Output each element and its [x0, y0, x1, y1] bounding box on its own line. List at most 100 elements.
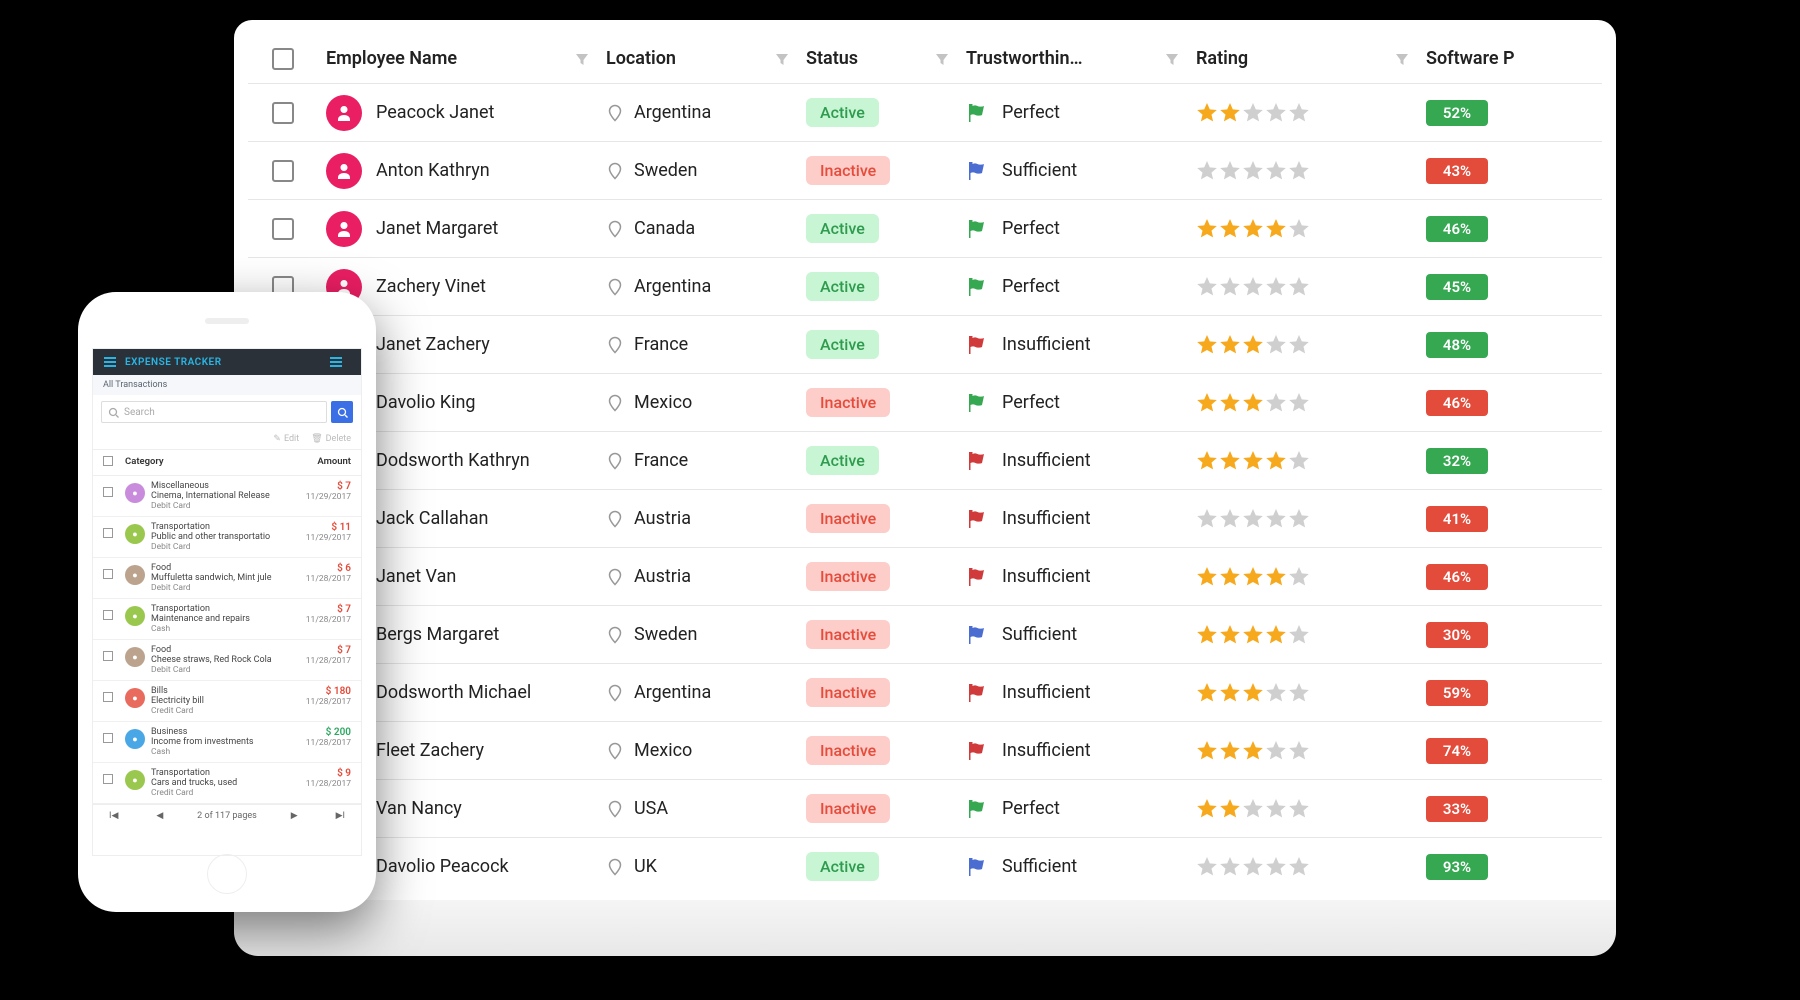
star-icon[interactable]	[1196, 798, 1218, 820]
col-header-location[interactable]: Location	[606, 48, 676, 69]
rating-stars[interactable]	[1196, 450, 1310, 472]
row-checkbox[interactable]	[272, 218, 294, 240]
star-icon[interactable]	[1265, 334, 1287, 356]
star-icon[interactable]	[1219, 102, 1241, 124]
star-icon[interactable]	[1219, 740, 1241, 762]
star-icon[interactable]	[1196, 740, 1218, 762]
grid-row[interactable]: Peacock JanetArgentinaActivePerfect52%	[248, 84, 1602, 142]
search-input[interactable]: Search	[101, 401, 327, 423]
row-checkbox[interactable]	[103, 487, 113, 497]
star-icon[interactable]	[1219, 624, 1241, 646]
star-icon[interactable]	[1196, 218, 1218, 240]
star-icon[interactable]	[1265, 682, 1287, 704]
star-icon[interactable]	[1219, 508, 1241, 530]
transaction-row[interactable]: ● Transportation Public and other transp…	[93, 517, 361, 558]
rating-stars[interactable]	[1196, 160, 1310, 182]
row-checkbox[interactable]	[103, 528, 113, 538]
star-icon[interactable]	[1196, 566, 1218, 588]
star-icon[interactable]	[1196, 856, 1218, 878]
star-icon[interactable]	[1242, 624, 1264, 646]
star-icon[interactable]	[1219, 392, 1241, 414]
grid-row[interactable]: Janet VanAustriaInactiveInsufficient46%	[248, 548, 1602, 606]
grid-row[interactable]: Jack CallahanAustriaInactiveInsufficient…	[248, 490, 1602, 548]
star-icon[interactable]	[1196, 334, 1218, 356]
star-icon[interactable]	[1288, 276, 1310, 298]
filter-icon[interactable]	[934, 51, 950, 67]
star-icon[interactable]	[1242, 450, 1264, 472]
star-icon[interactable]	[1219, 276, 1241, 298]
grid-row[interactable]: Zachery VinetArgentinaActivePerfect45%	[248, 258, 1602, 316]
col-header-rating[interactable]: Rating	[1196, 48, 1248, 69]
transaction-row[interactable]: ● Miscellaneous Cinema, International Re…	[93, 476, 361, 517]
star-icon[interactable]	[1265, 392, 1287, 414]
star-icon[interactable]	[1242, 798, 1264, 820]
star-icon[interactable]	[1265, 508, 1287, 530]
rating-stars[interactable]	[1196, 392, 1310, 414]
star-icon[interactable]	[1242, 102, 1264, 124]
search-button[interactable]	[331, 401, 353, 423]
row-checkbox[interactable]	[272, 160, 294, 182]
star-icon[interactable]	[1265, 276, 1287, 298]
transaction-row[interactable]: ● Transportation Maintenance and repairs…	[93, 599, 361, 640]
col-header-status[interactable]: Status	[806, 48, 858, 69]
transaction-row[interactable]: ● Bills Electricity bill Credit Card $ 1…	[93, 681, 361, 722]
grid-row[interactable]: Janet ZacheryFranceActiveInsufficient48%	[248, 316, 1602, 374]
star-icon[interactable]	[1265, 102, 1287, 124]
star-icon[interactable]	[1288, 218, 1310, 240]
star-icon[interactable]	[1219, 856, 1241, 878]
star-icon[interactable]	[1196, 508, 1218, 530]
grid-row[interactable]: Van NancyUSAInactivePerfect33%	[248, 780, 1602, 838]
menu-icon[interactable]	[103, 355, 117, 369]
star-icon[interactable]	[1288, 798, 1310, 820]
star-icon[interactable]	[1219, 218, 1241, 240]
col-header-software[interactable]: Software P	[1426, 48, 1515, 69]
star-icon[interactable]	[1265, 450, 1287, 472]
star-icon[interactable]	[1288, 392, 1310, 414]
star-icon[interactable]	[1242, 160, 1264, 182]
star-icon[interactable]	[1219, 450, 1241, 472]
star-icon[interactable]	[1242, 276, 1264, 298]
star-icon[interactable]	[1265, 856, 1287, 878]
star-icon[interactable]	[1219, 160, 1241, 182]
star-icon[interactable]	[1196, 102, 1218, 124]
rating-stars[interactable]	[1196, 856, 1310, 878]
filter-icon[interactable]	[774, 51, 790, 67]
star-icon[interactable]	[1265, 624, 1287, 646]
star-icon[interactable]	[1242, 682, 1264, 704]
star-icon[interactable]	[1288, 334, 1310, 356]
phone-subtitle[interactable]: All Transactions	[93, 375, 361, 395]
star-icon[interactable]	[1196, 624, 1218, 646]
rating-stars[interactable]	[1196, 682, 1310, 704]
rating-stars[interactable]	[1196, 102, 1310, 124]
row-checkbox[interactable]	[103, 692, 113, 702]
header-checkbox[interactable]	[103, 456, 113, 466]
grid-row[interactable]: Davolio KingMexicoInactivePerfect46%	[248, 374, 1602, 432]
star-icon[interactable]	[1242, 508, 1264, 530]
star-icon[interactable]	[1242, 334, 1264, 356]
star-icon[interactable]	[1288, 160, 1310, 182]
star-icon[interactable]	[1219, 682, 1241, 704]
rating-stars[interactable]	[1196, 624, 1310, 646]
row-checkbox[interactable]	[103, 651, 113, 661]
grid-row[interactable]: Davolio PeacockUKActiveSufficient93%	[248, 838, 1602, 896]
star-icon[interactable]	[1219, 798, 1241, 820]
col-header-name[interactable]: Employee Name	[326, 48, 457, 69]
star-icon[interactable]	[1288, 856, 1310, 878]
rating-stars[interactable]	[1196, 334, 1310, 356]
star-icon[interactable]	[1288, 566, 1310, 588]
transaction-row[interactable]: ● Food Muffuletta sandwich, Mint jule De…	[93, 558, 361, 599]
row-checkbox[interactable]	[103, 733, 113, 743]
star-icon[interactable]	[1196, 392, 1218, 414]
row-checkbox[interactable]	[103, 774, 113, 784]
grid-row[interactable]: Fleet ZacheryMexicoInactiveInsufficient7…	[248, 722, 1602, 780]
transaction-row[interactable]: ● Food Cheese straws, Red Rock Cola Debi…	[93, 640, 361, 681]
filter-icon[interactable]	[1394, 51, 1410, 67]
star-icon[interactable]	[1219, 566, 1241, 588]
star-icon[interactable]	[1242, 218, 1264, 240]
row-checkbox[interactable]	[272, 102, 294, 124]
rating-stars[interactable]	[1196, 508, 1310, 530]
star-icon[interactable]	[1196, 160, 1218, 182]
rating-stars[interactable]	[1196, 276, 1310, 298]
grid-row[interactable]: Janet MargaretCanadaActivePerfect46%	[248, 200, 1602, 258]
filter-icon[interactable]	[574, 51, 590, 67]
